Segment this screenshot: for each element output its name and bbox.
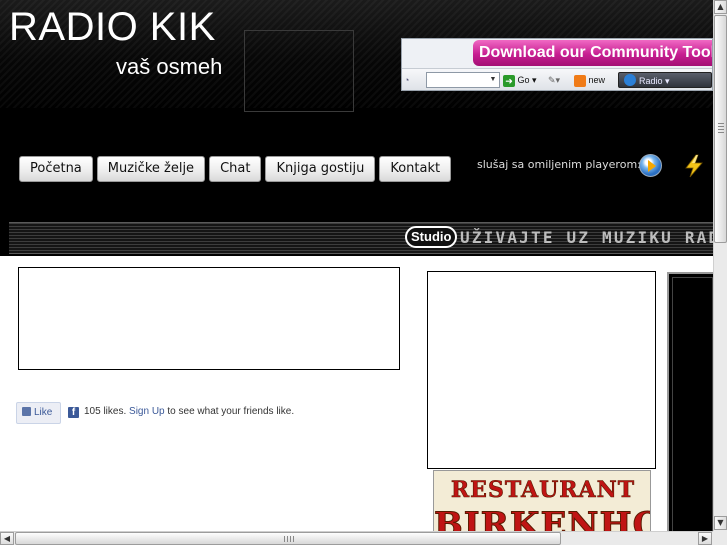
facebook-like-button[interactable]: Like xyxy=(16,402,61,424)
browser-viewport: RADIO KIK vaš osmeh Download our Communi… xyxy=(0,0,727,545)
scroll-right-arrow-icon[interactable]: ▶ xyxy=(698,532,712,545)
facebook-signup-link[interactable]: Sign Up xyxy=(129,406,165,417)
grip-icon xyxy=(284,536,294,542)
search-icon: ◔ xyxy=(404,75,410,85)
restaurant-ad-line2: BIRKENHOF xyxy=(434,505,650,532)
facebook-likes-text: 105 likes. xyxy=(84,406,127,417)
nav-item-muzicke-zelje[interactable]: Muzičke želje xyxy=(96,156,206,182)
content-box-right xyxy=(427,271,656,469)
vertical-scroll-thumb[interactable] xyxy=(714,15,727,243)
content-box-left xyxy=(18,267,400,370)
restaurant-ad-image[interactable]: RESTAURANT BIRKENHOF xyxy=(433,470,651,532)
side-panel xyxy=(667,272,713,532)
header-frame xyxy=(244,30,354,112)
toolbar-radio-button[interactable]: Radio ▾ xyxy=(618,72,712,88)
marquee-text: UŽIVAJTE UZ MUZIKU RADIO KIK xyxy=(460,228,727,247)
thumbs-up-icon xyxy=(22,407,31,416)
side-panel-inner xyxy=(672,277,713,532)
arrow-right-icon: ➜ xyxy=(503,74,515,87)
scroll-down-arrow-icon[interactable]: ▼ xyxy=(714,516,727,530)
toolbar-go-label: Go xyxy=(517,75,530,85)
play-icon xyxy=(624,74,636,86)
winamp-icon[interactable] xyxy=(682,154,706,178)
scroll-left-arrow-icon[interactable]: ◀ xyxy=(0,532,14,545)
horizontal-scroll-thumb[interactable] xyxy=(15,532,561,545)
facebook-suffix-text: to see what your friends like. xyxy=(167,406,295,417)
highlighter-icon[interactable]: ✎▾ xyxy=(548,72,570,88)
chevron-down-icon[interactable]: ▼ xyxy=(488,72,498,88)
toolbar-new-button[interactable]: new xyxy=(574,72,614,88)
site-subtitle: vaš osmeh xyxy=(116,54,223,79)
scroll-up-arrow-icon[interactable]: ▲ xyxy=(714,0,727,14)
main-navigation: Početna Muzičke želje Chat Knjiga gostij… xyxy=(19,156,452,183)
nav-item-kontakt[interactable]: Kontakt xyxy=(379,156,452,182)
facebook-like-count: 105 likes. Sign Up to see what your frie… xyxy=(84,406,294,417)
toolbar-ad-image[interactable]: Download our Community Toolbar ◔ ▼ ➜ Go … xyxy=(401,38,713,91)
nav-item-knjiga-gostiju[interactable]: Knjiga gostiju xyxy=(265,156,376,182)
horizontal-scrollbar[interactable]: ◀ ▶ xyxy=(0,531,713,545)
site-title: RADIO KIK xyxy=(9,5,216,49)
media-player-icon[interactable] xyxy=(639,154,662,177)
facebook-icon: f xyxy=(68,407,79,418)
toolbar-go-button[interactable]: ➜ Go ▾ xyxy=(503,72,539,88)
studio-logo: Studio xyxy=(405,226,458,248)
scrollbar-corner xyxy=(713,531,727,545)
new-icon xyxy=(574,74,586,87)
toolbar-row: ◔ ▼ ➜ Go ▾ ✎▾ new Radio ▾ xyxy=(402,68,712,90)
player-label: slušaj sa omiljenim playerom: xyxy=(477,158,641,171)
nav-item-pocetna[interactable]: Početna xyxy=(19,156,93,182)
toolbar-radio-label: Radio xyxy=(639,76,663,86)
toolbar-ad-banner[interactable]: Download our Community Toolbar xyxy=(473,40,712,66)
nav-item-chat[interactable]: Chat xyxy=(209,156,262,182)
toolbar-new-label: new xyxy=(588,75,606,85)
grip-icon xyxy=(718,123,724,133)
facebook-like-label: Like xyxy=(34,407,53,418)
restaurant-ad-line1: RESTAURANT xyxy=(450,477,636,504)
site-header: RADIO KIK vaš osmeh Download our Communi… xyxy=(0,0,713,220)
vertical-scrollbar[interactable]: ▲ ▼ xyxy=(713,0,727,531)
